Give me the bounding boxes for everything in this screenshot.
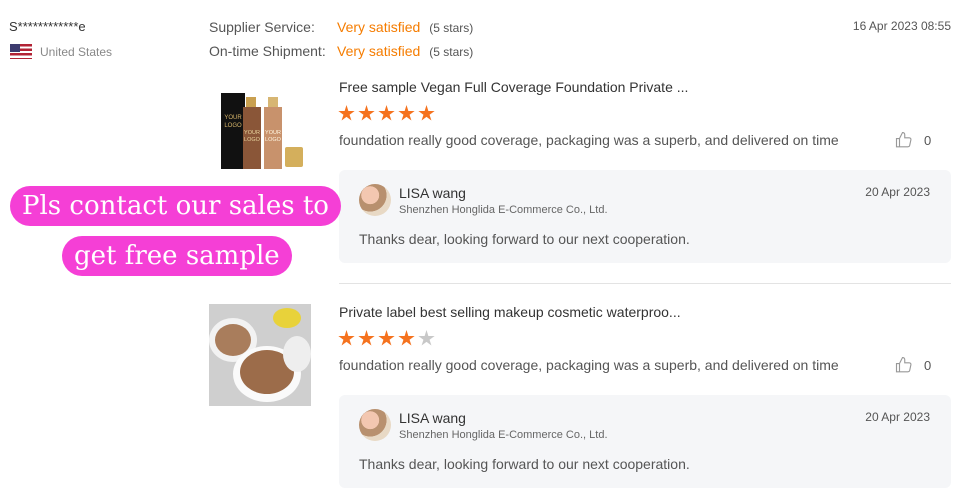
review-date: 16 Apr 2023 08:55 bbox=[852, 19, 951, 33]
divider bbox=[339, 283, 951, 284]
foundation-bottles-image: YOUR LOGO YOUR LOGO YOUR LOGO bbox=[209, 79, 311, 181]
thumbs-up-icon bbox=[895, 131, 912, 148]
like-count: 0 bbox=[924, 132, 932, 148]
reply-text: Thanks dear, looking forward to our next… bbox=[359, 231, 690, 247]
thumbs-up-icon bbox=[895, 356, 912, 373]
rating-stars-text: (5 stars) bbox=[429, 45, 474, 59]
product-star-rating bbox=[338, 330, 435, 347]
star-filled-icon bbox=[338, 105, 355, 121]
country-label: United States bbox=[40, 44, 113, 59]
avatar bbox=[359, 184, 391, 216]
logo-text: LOGO bbox=[265, 137, 282, 143]
rating-value: Very satisfied bbox=[337, 19, 421, 35]
product-star-rating bbox=[338, 105, 435, 122]
reply-company: Shenzhen Honglida E-Commerce Co., Ltd. bbox=[399, 204, 608, 216]
product-title[interactable]: Free sample Vegan Full Coverage Foundati… bbox=[339, 79, 688, 95]
rating-label: On-time Shipment: bbox=[209, 43, 326, 59]
promo-line-1: Pls contact our sales to bbox=[10, 186, 341, 226]
like-count: 0 bbox=[924, 357, 932, 373]
promo-line-2: get free sample bbox=[62, 236, 292, 276]
product-title[interactable]: Private label best selling makeup cosmet… bbox=[339, 304, 681, 320]
logo-text: LOGO bbox=[244, 137, 261, 143]
logo-text: YOUR bbox=[265, 130, 281, 136]
star-empty-icon bbox=[418, 330, 435, 346]
reviewer-name: S************e bbox=[9, 19, 86, 34]
star-filled-icon bbox=[418, 105, 435, 121]
free-sample-promo: Pls contact our sales to get free sample bbox=[10, 177, 341, 285]
seller-reply: LISA wang Shenzhen Honglida E-Commerce C… bbox=[339, 170, 951, 263]
star-filled-icon bbox=[358, 105, 375, 121]
like-button[interactable]: 0 bbox=[895, 131, 931, 149]
reviewer-country: United States bbox=[10, 44, 112, 59]
star-filled-icon bbox=[398, 105, 415, 121]
rating-stars-text: (5 stars) bbox=[429, 21, 474, 35]
avatar bbox=[359, 409, 391, 441]
logo-text: YOUR bbox=[224, 115, 242, 121]
reply-text: Thanks dear, looking forward to our next… bbox=[359, 456, 690, 472]
reply-date: 20 Apr 2023 bbox=[865, 185, 930, 199]
on-time-shipment-rating: On-time Shipment: Very satisfied (5 star… bbox=[209, 43, 473, 59]
review-text: foundation really good coverage, packagi… bbox=[339, 357, 839, 373]
star-filled-icon bbox=[358, 330, 375, 346]
rating-value: Very satisfied bbox=[337, 43, 421, 59]
supplier-service-rating: Supplier Service: Very satisfied (5 star… bbox=[209, 19, 473, 35]
star-filled-icon bbox=[378, 105, 395, 121]
product-image[interactable]: YOUR LOGO YOUR LOGO YOUR LOGO bbox=[209, 79, 311, 181]
logo-text: YOUR bbox=[244, 130, 260, 136]
logo-text: LOGO bbox=[224, 123, 242, 129]
us-flag-icon bbox=[10, 44, 32, 59]
reply-company: Shenzhen Honglida E-Commerce Co., Ltd. bbox=[399, 429, 608, 441]
star-filled-icon bbox=[378, 330, 395, 346]
product-image[interactable] bbox=[209, 304, 311, 406]
review-text: foundation really good coverage, packagi… bbox=[339, 132, 839, 148]
reply-author: LISA wang bbox=[399, 185, 466, 201]
reply-author: LISA wang bbox=[399, 410, 466, 426]
seller-reply: LISA wang Shenzhen Honglida E-Commerce C… bbox=[339, 395, 951, 488]
star-filled-icon bbox=[338, 330, 355, 346]
like-button[interactable]: 0 bbox=[895, 356, 931, 374]
cosmetic-compact-image bbox=[209, 304, 311, 406]
reply-date: 20 Apr 2023 bbox=[865, 410, 930, 424]
star-filled-icon bbox=[398, 330, 415, 346]
rating-label: Supplier Service: bbox=[209, 19, 315, 35]
